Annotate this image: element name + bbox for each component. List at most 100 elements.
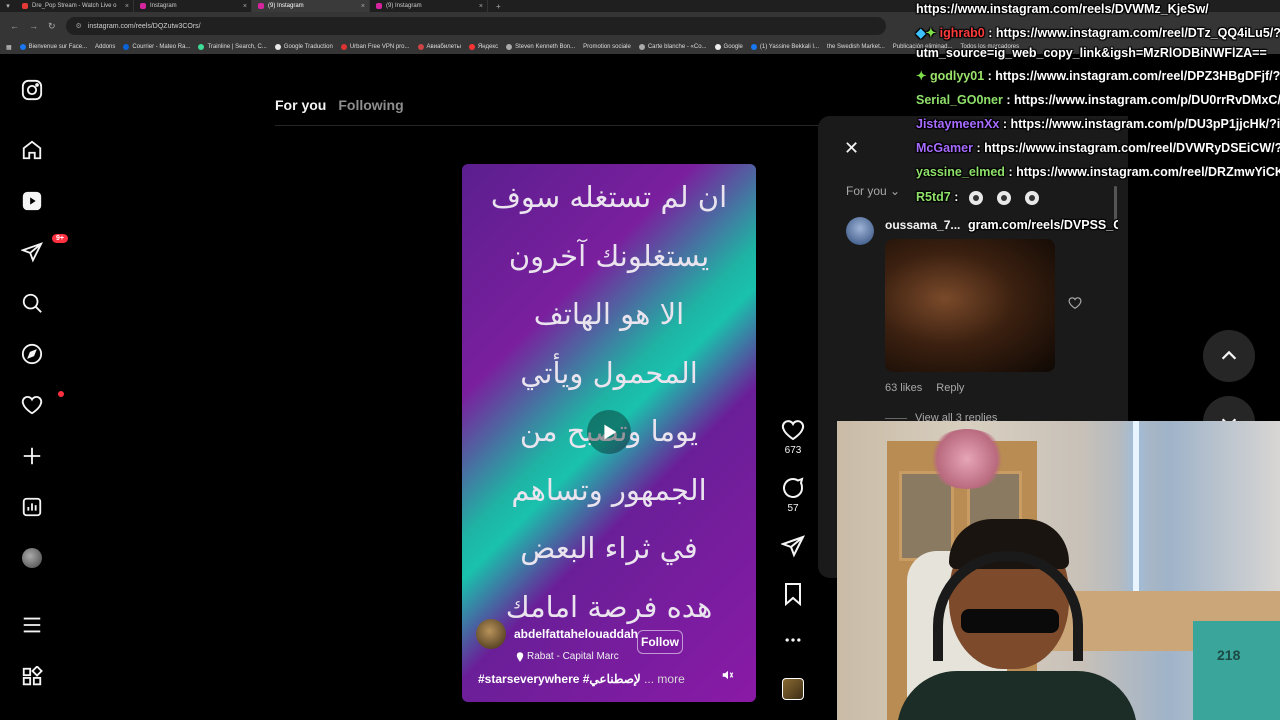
audio-icon: [782, 678, 804, 700]
back-icon[interactable]: ←: [10, 21, 19, 31]
grid-icon[interactable]: [20, 665, 44, 689]
instagram-icon[interactable]: [20, 78, 44, 102]
comment-likes[interactable]: 63 likes: [885, 382, 922, 394]
jersey-number: 218: [1217, 647, 1241, 663]
reel-username[interactable]: abdelfattahelouaddah: [514, 627, 638, 642]
close-tab-icon[interactable]: ×: [479, 3, 483, 10]
bookmark[interactable]: Urban Free VPN pro...: [340, 44, 410, 50]
page-icon: [638, 44, 645, 50]
reel-text-line: يستغلونك آخرون: [508, 238, 710, 273]
avatar[interactable]: [476, 619, 506, 649]
bookmark[interactable]: Steven Kenneth Bon...: [506, 44, 575, 50]
feed-tabs: For you Following: [275, 97, 404, 113]
bookmark[interactable]: Addons: [95, 44, 115, 50]
reel-caption: #starseverywhere #لإصطناعي ... more: [478, 672, 685, 686]
play-icon: [604, 424, 617, 440]
messages-badge: 9+: [52, 234, 68, 243]
reel-text-line: الا هو الهاتف: [533, 297, 685, 331]
search-icon[interactable]: [20, 291, 44, 315]
menu-icon[interactable]: [20, 613, 44, 637]
reel-text-line: الجمهور وتساهم: [511, 472, 707, 507]
mute-icon[interactable]: [721, 668, 737, 684]
tab-for-you[interactable]: For you: [275, 97, 326, 113]
apps-icon[interactable]: ▦: [6, 44, 12, 51]
chat-message: utm_source=ig_web_copy_link&igsh=MzRlODB…: [916, 46, 1267, 60]
bookmark[interactable]: Trainline | Search, C...: [198, 44, 267, 50]
comment-username[interactable]: oussama_7...: [885, 218, 960, 232]
avatar[interactable]: [846, 217, 874, 245]
browser-tab[interactable]: Dre_Pop Stream - Watch Live o ×: [16, 0, 134, 12]
bookmark[interactable]: Авиабилеты: [417, 44, 461, 50]
caption-more-link[interactable]: ... more: [644, 672, 685, 686]
reel-video[interactable]: ان لم تستغله سوف يستغلونك آخرون الا هو ا…: [462, 164, 756, 702]
bookmark[interactable]: Google Traduction: [274, 44, 333, 50]
reel-location[interactable]: Rabat - Capital Marc: [516, 651, 624, 662]
google-icon: [714, 44, 721, 50]
audio-thumbnail[interactable]: [777, 678, 809, 700]
profile-avatar[interactable]: [20, 546, 44, 570]
browser-tab-active[interactable]: (9) Instagram ×: [252, 0, 370, 12]
compass-icon[interactable]: [20, 342, 44, 366]
close-tab-icon[interactable]: ×: [361, 3, 365, 10]
trainline-icon: [198, 44, 205, 50]
facebook-icon: [19, 44, 26, 50]
comment-action: 57: [777, 476, 809, 514]
previous-reel-button[interactable]: [1203, 330, 1255, 382]
instagram-favicon-icon: [376, 3, 382, 9]
avatar: [22, 548, 42, 568]
browser-tab[interactable]: Instagram ×: [134, 0, 252, 12]
forward-icon[interactable]: →: [29, 21, 38, 31]
bookmark[interactable]: Google: [714, 44, 743, 50]
comment-image[interactable]: [885, 239, 1055, 372]
reload-icon[interactable]: ↻: [48, 21, 56, 32]
tab-following[interactable]: Following: [338, 97, 403, 113]
bookmark[interactable]: Carte blanche - «Co...: [638, 44, 707, 50]
facebook-icon: [750, 44, 757, 50]
reel-text-line: ان لم تستغله سوف: [490, 180, 728, 214]
url-input[interactable]: ⚙ instagram.com/reels/DQZutw3COrs/: [65, 17, 886, 35]
badge-icon: ◆: [916, 26, 926, 40]
sparkle-icon: ✦: [916, 69, 927, 83]
tab-search-icon[interactable]: ▾: [0, 0, 16, 12]
bookmark[interactable]: Bienvenue sur Face...: [19, 44, 87, 50]
comment-like-icon[interactable]: [1068, 296, 1082, 315]
streamer-webcam: 218: [837, 421, 1280, 720]
bookmark[interactable]: (1) Yassine Bekkali I...: [750, 44, 819, 50]
follow-button[interactable]: Follow: [637, 630, 683, 654]
play-button[interactable]: [587, 410, 631, 454]
stream-chat-overlay: https://www.instagram.com/reels/DVWMz_Kj…: [912, 0, 1280, 210]
comments-count: 57: [787, 503, 799, 514]
new-tab-icon[interactable]: +: [496, 2, 501, 11]
close-tab-icon[interactable]: ×: [243, 3, 247, 10]
comment-icon: [783, 477, 804, 498]
bookmark[interactable]: Promotion sociale: [583, 44, 631, 50]
bookmark[interactable]: Яндекс: [468, 44, 498, 50]
more-options-icon[interactable]: [777, 630, 809, 650]
close-icon[interactable]: ✕: [844, 138, 859, 159]
share-icon[interactable]: [777, 534, 809, 558]
plus-icon[interactable]: [20, 444, 44, 468]
chart-icon[interactable]: [20, 495, 44, 519]
like-action: 673: [777, 418, 809, 456]
instagram-favicon-icon: [258, 3, 264, 9]
comments-sort-dropdown[interactable]: For you ⌄: [846, 184, 900, 198]
bookmark[interactable]: Courrier - Mateo Ra...: [123, 44, 190, 50]
home-icon[interactable]: [20, 138, 44, 162]
browser-tab[interactable]: (9) Instagram ×: [370, 0, 488, 12]
reels-icon[interactable]: [20, 189, 44, 213]
instagram-favicon-icon: [140, 3, 146, 9]
emote-icon: [1024, 190, 1039, 205]
page-icon: [506, 44, 513, 50]
site-info-icon[interactable]: ⚙: [76, 22, 82, 30]
heart-icon[interactable]: [20, 391, 64, 417]
save-icon[interactable]: [777, 582, 809, 606]
close-tab-icon[interactable]: ×: [125, 3, 129, 10]
chat-message: ✦ godlyy01 : https://www.instagram.com/r…: [916, 69, 1280, 83]
chevron-down-icon: ⌄: [890, 184, 901, 198]
chat-message: yassine_elmed : https://www.instagram.co…: [916, 165, 1280, 179]
send-icon[interactable]: 9+: [20, 234, 68, 264]
reply-button[interactable]: Reply: [936, 382, 964, 394]
sunglasses: [961, 609, 1059, 633]
bookmark[interactable]: the Swedish Market...: [827, 44, 885, 50]
chat-message: https://www.instagram.com/reels/DVWMz_Kj…: [916, 2, 1209, 16]
